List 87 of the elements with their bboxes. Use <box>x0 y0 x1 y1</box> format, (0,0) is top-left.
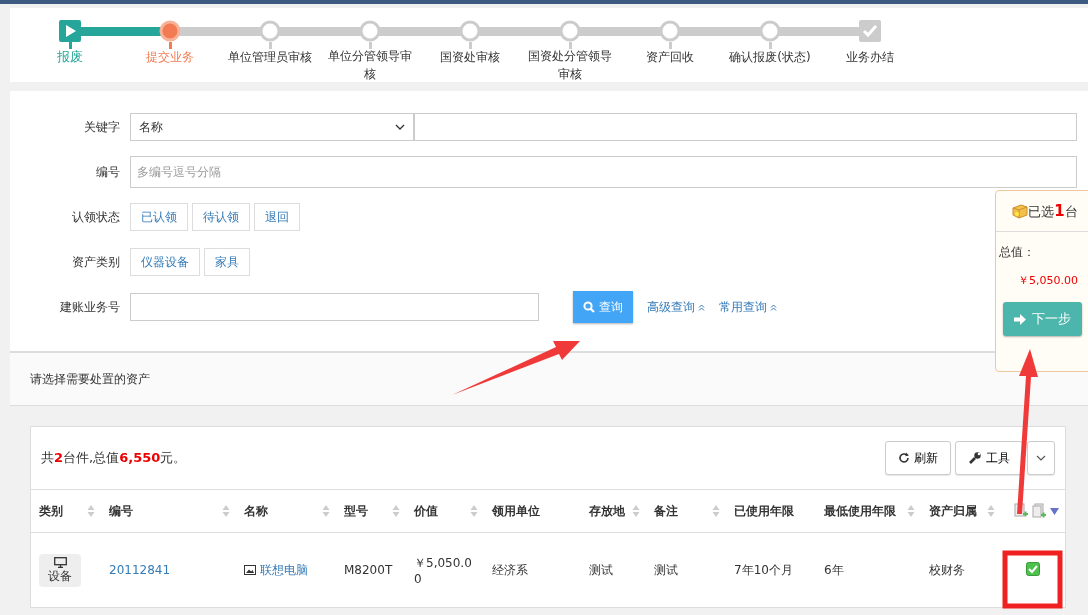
sort-icon[interactable] <box>987 504 995 518</box>
column-header[interactable]: 资产归属 <box>929 502 977 520</box>
table-cell: 6年 <box>824 562 844 577</box>
step-tick <box>668 42 672 49</box>
step-label: 确认报废(状态) <box>728 49 812 66</box>
column-header[interactable]: 备注 <box>654 502 678 520</box>
column-header[interactable]: 编号 <box>109 502 133 520</box>
chevron-down-icon <box>1036 455 1046 461</box>
column-header[interactable]: 类别 <box>39 502 63 520</box>
checkbox[interactable] <box>1026 561 1040 576</box>
step-tick <box>468 42 472 49</box>
total-label: 总值： <box>998 244 1036 261</box>
asset-number-link[interactable]: 20112841 <box>109 563 171 577</box>
table-cell: 测试 <box>654 562 678 577</box>
step-tick <box>568 42 572 49</box>
field-label: 资产类别 <box>71 253 121 271</box>
step-label: 单位管理员审核 <box>228 49 312 66</box>
step-tick <box>268 42 272 49</box>
table-cell: M8200T <box>344 563 393 577</box>
image-icon <box>244 565 256 575</box>
keyword-input[interactable] <box>414 113 1077 141</box>
selected-count: 已选1台 <box>1028 201 1078 221</box>
claim-status-option[interactable]: 退回 <box>254 203 300 231</box>
column-header[interactable]: 存放地 <box>589 502 625 520</box>
copy-document-icon[interactable] <box>1032 503 1046 519</box>
field-label: 关键字 <box>83 118 121 136</box>
dropdown-triangle-icon[interactable] <box>1050 507 1059 515</box>
refresh-button[interactable]: 刷新 <box>885 441 951 475</box>
query-link[interactable]: 高级查询 <box>647 298 705 316</box>
column-header[interactable]: 名称 <box>244 502 268 520</box>
keyword-type-dropdown[interactable]: 名称 <box>130 113 414 141</box>
box-icon <box>1012 203 1029 219</box>
asset-name-link[interactable]: 联想电脑 <box>244 561 308 579</box>
sort-icon[interactable] <box>87 504 95 518</box>
step-tick <box>68 42 72 49</box>
table-cell: 7年10个月 <box>734 562 793 577</box>
step-tick <box>368 42 372 49</box>
column-header[interactable]: 价值 <box>414 502 438 520</box>
table-cell: 经济系 <box>492 562 528 577</box>
table-cell-text: ￥5,050.00 <box>414 554 473 586</box>
claim-status-option[interactable]: 待认领 <box>192 203 250 231</box>
field-label: 建账业务号 <box>59 298 121 316</box>
refresh-icon <box>898 452 910 464</box>
step-tick <box>768 42 772 49</box>
section-title: 请选择需要处置的资产 <box>30 370 150 388</box>
category-option[interactable]: 家具 <box>204 248 250 276</box>
sort-icon[interactable] <box>907 504 915 518</box>
column-header[interactable]: 型号 <box>344 502 368 520</box>
field-label: 认领状态 <box>71 208 121 226</box>
arrow-right-icon <box>1014 313 1026 325</box>
step-label: 资产回收 <box>645 49 695 66</box>
highlight-frame <box>1002 550 1063 609</box>
number-input[interactable]: 多编号逗号分隔 <box>130 156 1077 188</box>
step-label: 国资处审核 <box>439 49 501 66</box>
monitor-icon <box>53 556 67 568</box>
column-header[interactable]: 领用单位 <box>492 502 540 520</box>
field-label: 编号 <box>95 163 121 181</box>
column-header[interactable]: 已使用年限 <box>734 502 794 520</box>
step-label: 国资处分管领导审核 <box>528 48 612 83</box>
account-number-input[interactable] <box>130 293 539 321</box>
category-tag: 设备 <box>39 553 81 587</box>
column-header[interactable]: 最低使用年限 <box>824 502 896 520</box>
summary-text: 共2台件,总值6,550元。 <box>41 449 187 467</box>
step-label: 提交业务 <box>145 49 195 66</box>
claim-status-option[interactable]: 已认领 <box>130 203 188 231</box>
search-icon <box>583 301 595 313</box>
tools-button[interactable]: 工具 <box>955 441 1023 475</box>
table-cell: 测试 <box>589 562 613 577</box>
table-cell: 校财务 <box>929 562 965 577</box>
tools-dropdown-button[interactable] <box>1027 441 1055 475</box>
step-label: 报废 <box>56 48 84 66</box>
double-chevron-up-icon <box>770 303 777 311</box>
sort-icon[interactable] <box>470 504 478 518</box>
sort-icon[interactable] <box>322 504 330 518</box>
step-tick <box>168 42 172 49</box>
total-value: ￥5,050.00 <box>1017 273 1079 288</box>
sort-icon[interactable] <box>222 504 230 518</box>
double-chevron-up-icon <box>698 303 705 311</box>
category-option[interactable]: 仪器设备 <box>130 248 200 276</box>
step-label: 单位分管领导审核 <box>328 48 412 83</box>
wrench-icon <box>968 451 982 465</box>
sort-icon[interactable] <box>392 504 400 518</box>
query-link[interactable]: 常用查询 <box>719 298 777 316</box>
sort-icon[interactable] <box>712 504 720 518</box>
step-label: 业务办结 <box>845 49 895 66</box>
chevron-down-icon <box>395 124 405 130</box>
sort-icon[interactable] <box>632 504 640 518</box>
